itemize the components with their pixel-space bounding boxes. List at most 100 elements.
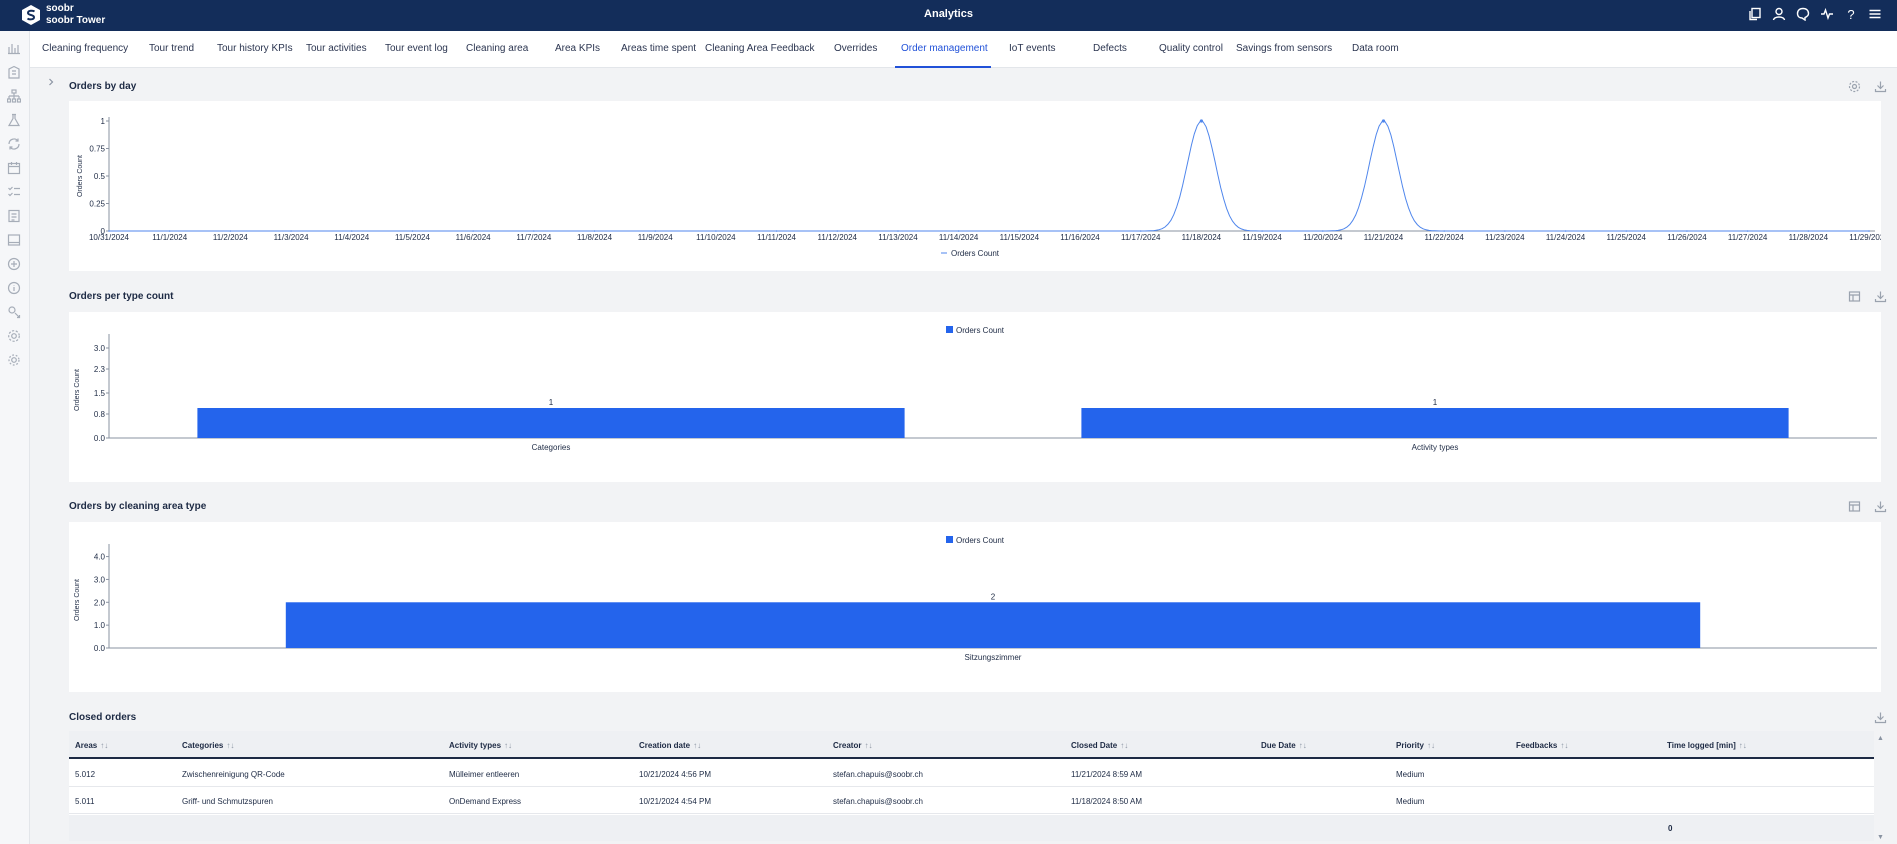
cell-activity-type: OnDemand Express [449,797,522,806]
cell-category: Griff- und Schmutzspuren [182,797,274,806]
gear-icon[interactable] [7,329,21,343]
tab-overrides[interactable]: Overrides [834,43,877,54]
chat-icon[interactable] [1795,6,1811,22]
y-tick-label: 3.0 [94,344,106,353]
menu-icon[interactable] [1867,6,1883,22]
flask-icon[interactable] [7,113,21,127]
scroll-down-icon[interactable]: ▼ [1877,834,1885,842]
orders-per-type-chart: 0.0 0.8 1.5 2.3 3.0 Orders Count 1 Categories 1 A… [74,326,1877,452]
cell-creator: stefan.chapuis@soobr.ch [833,770,923,779]
data-point [775,230,778,232]
data-point [1261,230,1263,232]
x-tick-label: 11/7/2024 [516,233,552,242]
copy-icon[interactable] [1747,6,1763,22]
tab-areas-time-spent[interactable]: Areas time spent [621,43,696,54]
activity-icon[interactable] [1819,6,1835,22]
data-point [1139,230,1142,232]
x-tick-label: 11/5/2024 [395,233,431,242]
column-header-feedbacks[interactable]: Feedbacks ↑↓ [1516,741,1568,750]
table-row[interactable]: 5.011 Griff- und Schmutzspuren OnDemand … [69,787,1874,814]
board-icon[interactable] [7,233,21,247]
data-point [1321,230,1324,232]
tab-savings-from-sensors[interactable]: Savings from sensors [1236,43,1332,54]
tab-quality-control[interactable]: Quality control [1159,43,1223,54]
building-icon[interactable] [7,65,21,79]
data-point [1868,230,1870,232]
download-icon[interactable] [1874,500,1887,513]
column-header-areas[interactable]: Areas ↑↓ [75,741,108,750]
y-axis-title: Orders Count [77,155,84,197]
cell-creation-date: 10/21/2024 4:54 PM [639,797,712,806]
data-point [533,230,535,232]
x-tick-label: 11/1/2024 [152,233,188,242]
info-icon[interactable] [7,281,21,295]
cycle-icon[interactable] [7,137,21,151]
x-tick-label: 11/22/2024 [1424,233,1464,242]
y-tick-label: 3.0 [94,575,106,584]
x-tick-label: Categories [532,443,571,452]
tab-cleaning-area-feedback[interactable]: Cleaning Area Feedback [705,43,815,54]
download-icon[interactable] [1874,711,1887,724]
column-header-priority[interactable]: Priority ↑↓ [1396,741,1435,750]
x-tick-label: 11/9/2024 [638,233,674,242]
y-tick-label: 0.5 [94,172,106,181]
tab-tour-trend[interactable]: Tour trend [149,43,194,54]
chevron-right-icon[interactable] [46,74,56,86]
tab-iot-events[interactable]: IoT events [1009,43,1056,54]
legend-swatch [946,326,953,333]
table-row[interactable]: 5.012 Zwischenreinigung QR-Code Mülleime… [69,760,1874,787]
download-icon[interactable] [1874,80,1887,93]
settings-icon[interactable] [1848,80,1861,93]
tab-data-room[interactable]: Data room [1352,43,1399,54]
table-view-icon[interactable] [1848,290,1861,303]
user-icon[interactable] [1771,6,1787,22]
help-icon[interactable]: ? [1843,6,1859,22]
tab-order-management[interactable]: Order management [901,43,988,54]
table-view-icon[interactable] [1848,500,1861,513]
column-header-creator[interactable]: Creator ↑↓ [833,741,872,750]
column-header-categories[interactable]: Categories ↑↓ [182,741,234,750]
org-chart-icon[interactable] [6,89,22,103]
data-point [1807,230,1810,232]
cell-area: 5.011 [75,797,95,806]
tab-tour-event-log[interactable]: Tour event log [385,43,448,54]
column-header-due-date[interactable]: Due Date ↑↓ [1261,741,1307,750]
globe-icon[interactable] [7,257,21,271]
tasks-icon[interactable] [7,185,21,199]
section-title-orders-per-type: Orders per type count [69,291,174,302]
gear-alt-icon[interactable] [7,353,21,367]
tab-bar: Cleaning frequency Tour trend Tour histo… [30,31,1897,68]
y-axis-title: Orders Count [74,369,81,411]
legend-swatch [946,536,953,543]
column-header-creation-date[interactable]: Creation date ↑↓ [639,741,701,750]
data-point [1018,230,1021,232]
cell-priority: Medium [1396,770,1425,779]
bar-chart-icon[interactable] [7,41,21,55]
checklist-icon[interactable] [7,209,21,223]
settings-filter-icon[interactable] [7,305,21,319]
data-point [1686,230,1688,232]
column-header-closed-date[interactable]: Closed Date ↑↓ [1071,741,1128,750]
calendar-icon[interactable] [7,161,21,175]
bar [1081,408,1789,438]
data-point [654,230,657,232]
data-point [1564,230,1567,232]
scroll-up-icon[interactable]: ▲ [1877,735,1885,743]
column-header-time-logged[interactable]: Time logged [min] ↑↓ [1667,741,1747,750]
download-icon[interactable] [1874,290,1887,303]
x-tick-label: 11/23/2024 [1485,233,1525,242]
column-header-activity-types[interactable]: Activity types ↑↓ [449,741,512,750]
tab-cleaning-area[interactable]: Cleaning area [466,43,528,54]
data-point [229,230,232,232]
sidebar [0,31,30,844]
tab-tour-history-kpis[interactable]: Tour history KPIs [217,43,293,54]
orders-per-type-panel: 0.0 0.8 1.5 2.3 3.0 Orders Count 1 Categories 1 A… [69,312,1881,482]
data-point [472,230,474,232]
tab-defects[interactable]: Defects [1093,43,1127,54]
x-tick-label: 11/14/2024 [939,233,979,242]
tab-area-kpis[interactable]: Area KPIs [555,43,600,54]
tab-cleaning-frequency[interactable]: Cleaning frequency [42,43,128,54]
x-tick-label: 11/13/2024 [878,233,918,242]
orders-by-day-chart: 00.250.50.751Orders Count10/31/2024 11/1/… [77,117,1889,258]
tab-tour-activities[interactable]: Tour activities [306,43,367,54]
